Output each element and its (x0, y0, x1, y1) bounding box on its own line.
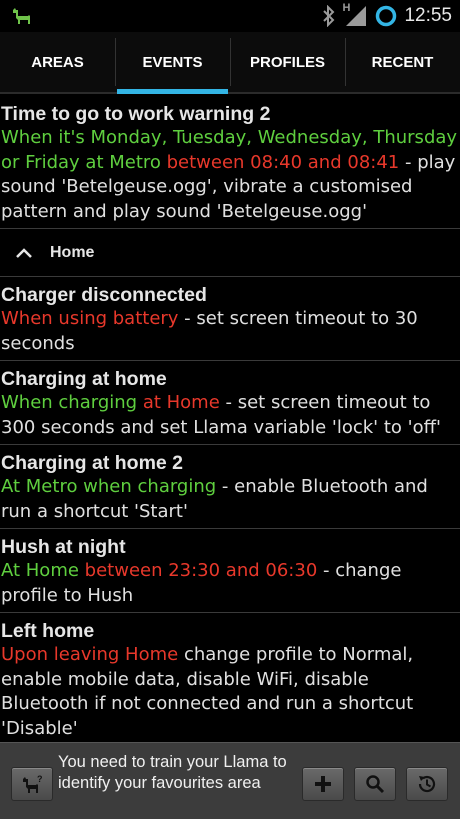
event-title: Charging at home (1, 368, 167, 390)
history-button[interactable] (406, 767, 448, 801)
event-description: When charging at Home - set screen timeo… (1, 391, 458, 440)
event-title: Left home (1, 620, 95, 642)
svg-text:?: ? (37, 774, 43, 784)
add-event-button[interactable] (302, 767, 344, 801)
clock: 12:55 (404, 5, 452, 26)
event-title: Charger disconnected (1, 284, 207, 306)
event-condition: At Home (1, 560, 79, 581)
tab-label: EVENTS (142, 53, 203, 71)
signal-icon: H (342, 2, 368, 28)
search-icon (366, 775, 385, 794)
event-title: Charging at home 2 (1, 452, 184, 474)
train-llama-button[interactable]: ? (11, 767, 53, 801)
event-condition: At Metro when charging (1, 476, 217, 497)
event-time-condition: between 08:40 and 08:41 (160, 151, 400, 173)
tab-label: PROFILES (249, 53, 325, 71)
tab-label: AREAS (31, 53, 84, 71)
search-button[interactable] (354, 767, 396, 801)
event-time-condition: between 23:30 and 06:30 (78, 560, 318, 581)
event-title: Time to go to work warning 2 (1, 103, 271, 125)
event-condition: When charging (1, 392, 138, 413)
tab-profiles[interactable]: PROFILES (230, 32, 345, 92)
history-icon (418, 775, 436, 793)
bluetooth-icon (323, 5, 335, 27)
llama-train-icon: ? (23, 774, 43, 793)
event-item-hush-at-night[interactable]: Hush at night At Home between 23:30 and … (0, 529, 460, 613)
tab-recent[interactable]: RECENT (345, 32, 460, 92)
llama-icon (13, 8, 30, 24)
event-description: When using battery - set screen timeout … (1, 307, 458, 356)
train-llama-message: You need to train your Llama to identify… (58, 753, 287, 792)
event-title: Hush at night (1, 536, 126, 558)
event-description: Upon leaving Home change profile to Norm… (1, 643, 458, 741)
event-list[interactable]: Time to go to work warning 2 When it's M… (0, 96, 460, 742)
event-item-time-to-go-to-work-warning-2[interactable]: Time to go to work warning 2 When it's M… (0, 96, 460, 229)
event-description: When it's Monday, Tuesday, Wednesday, Th… (1, 126, 458, 224)
event-location-condition: at Home (137, 392, 220, 413)
bottom-bar: ? You need to train your Llama to identi… (0, 742, 460, 819)
event-condition: Upon leaving Home (1, 644, 179, 665)
event-item-charger-disconnected[interactable]: Charger disconnected When using battery … (0, 277, 460, 361)
event-condition: When using battery (1, 308, 179, 329)
tab-bar: AREAS EVENTS PROFILES RECENT (0, 32, 460, 94)
tab-events[interactable]: EVENTS (115, 32, 230, 94)
event-description: At Metro when charging - enable Bluetoot… (1, 475, 458, 524)
tab-label: RECENT (371, 53, 434, 71)
event-item-left-home[interactable]: Left home Upon leaving Home change profi… (0, 613, 460, 742)
event-item-charging-at-home[interactable]: Charging at home When charging at Home -… (0, 361, 460, 445)
event-item-charging-at-home-2[interactable]: Charging at home 2 At Metro when chargin… (0, 445, 460, 529)
status-bar: H 12:55 (0, 0, 460, 32)
chevron-up-icon (16, 247, 32, 258)
tab-areas[interactable]: AREAS (0, 32, 115, 92)
group-label: Home (50, 243, 95, 261)
add-icon (315, 776, 331, 792)
sync-ring-icon (376, 5, 397, 27)
event-description: At Home between 23:30 and 06:30 - change… (1, 559, 458, 608)
group-header-home[interactable]: Home (0, 229, 460, 277)
